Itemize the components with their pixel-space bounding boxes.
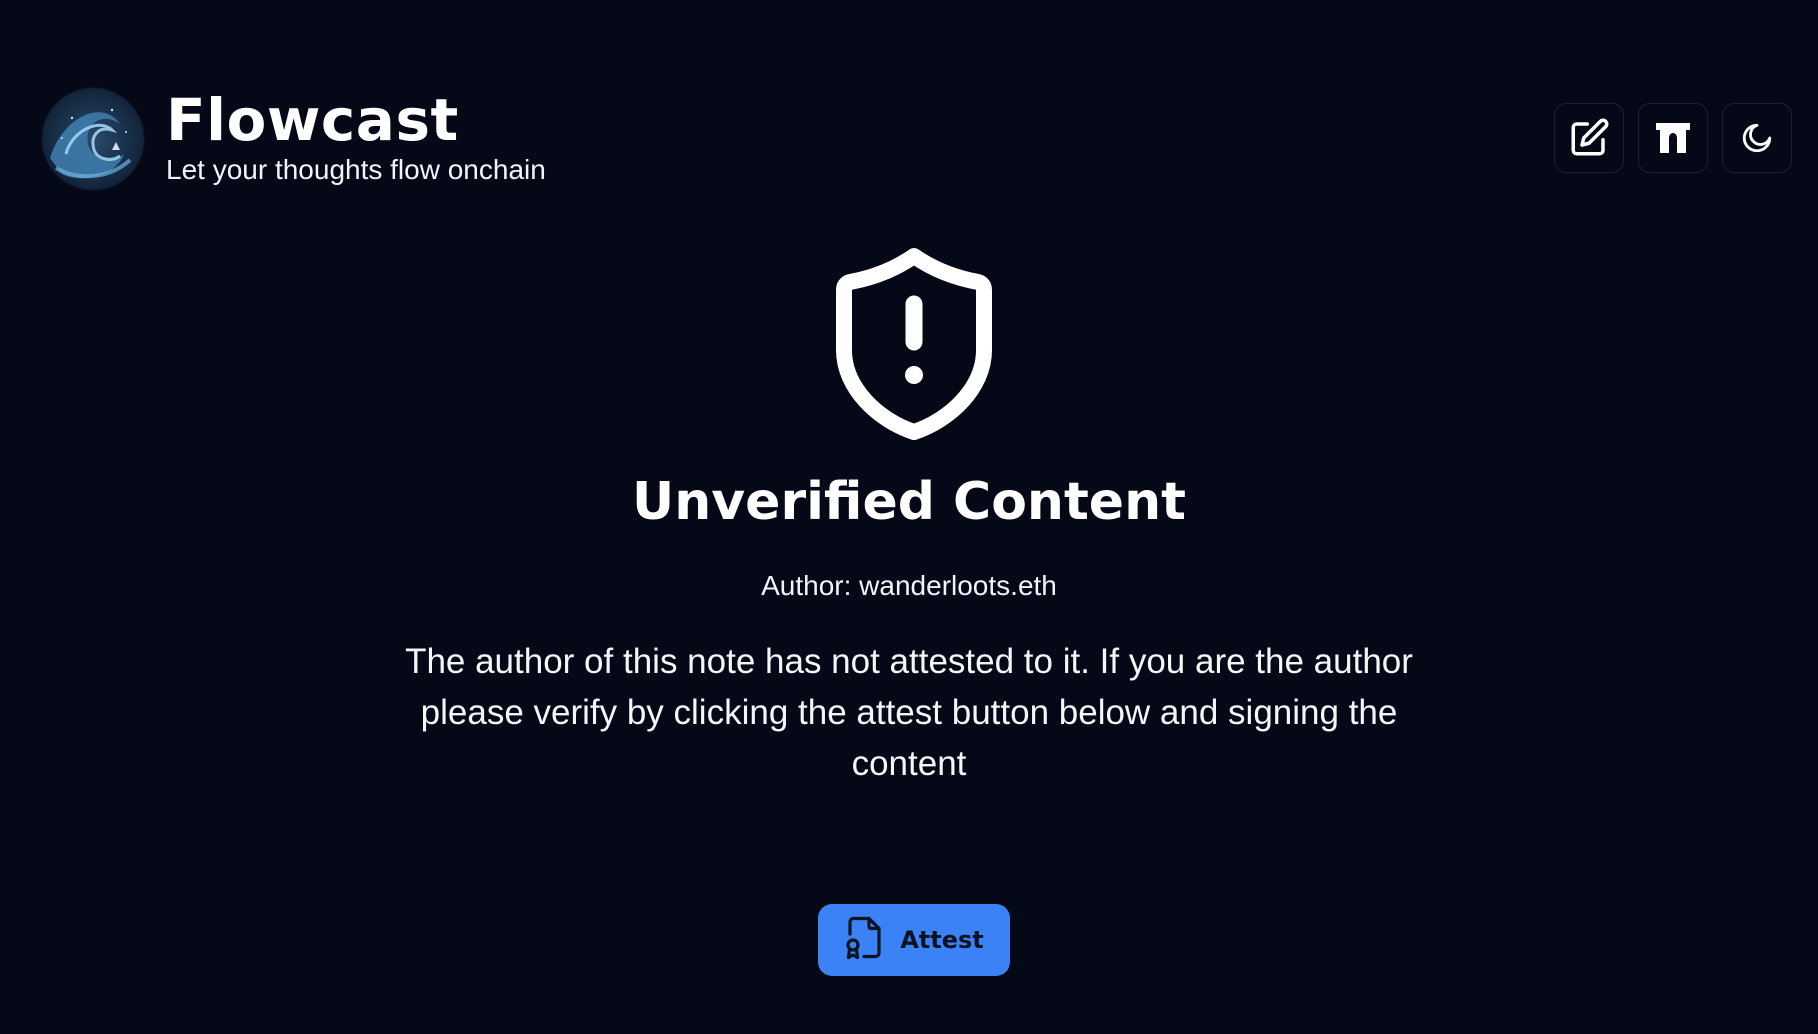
verification-message: The author of this note has not attested… — [405, 642, 1413, 783]
page-title: Unverified Content — [632, 472, 1186, 532]
unverified-panel: Unverified Content Author: wanderloots.e… — [0, 0, 1818, 1034]
shield-alert-icon — [828, 242, 1000, 442]
page: Flowcast Let your thoughts flow onchain — [0, 0, 1818, 1034]
author-label: Author: wanderloots.eth — [761, 570, 1057, 601]
file-certificate-icon — [844, 916, 884, 964]
attest-button-label: Attest — [900, 926, 984, 954]
attest-button[interactable]: Attest — [818, 904, 1010, 976]
